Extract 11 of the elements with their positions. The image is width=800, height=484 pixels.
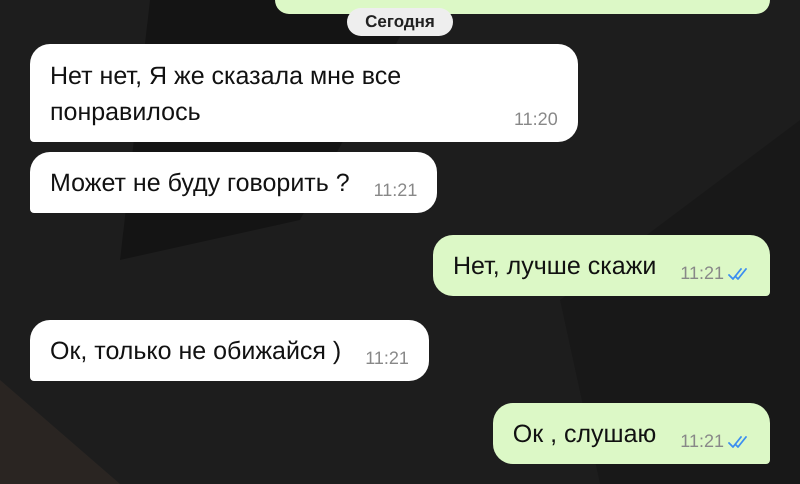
message-text: Может не буду говорить ? xyxy=(50,168,350,199)
message-time: 11:21 xyxy=(680,431,724,452)
message-text: Ок , слушаю xyxy=(512,419,656,450)
message-time: 11:21 xyxy=(680,263,724,284)
message-time: 11:20 xyxy=(514,109,558,130)
message-time: 11:21 xyxy=(374,180,418,201)
message-text: Нет нет, Я же сказала мне все понравилось xyxy=(50,61,402,128)
message-text: Ок, только не обижайся ) xyxy=(50,336,342,367)
message-time: 11:21 xyxy=(365,348,409,369)
date-separator: Сегодня xyxy=(347,8,453,36)
message-text: Нет, лучше скажи xyxy=(452,251,656,282)
